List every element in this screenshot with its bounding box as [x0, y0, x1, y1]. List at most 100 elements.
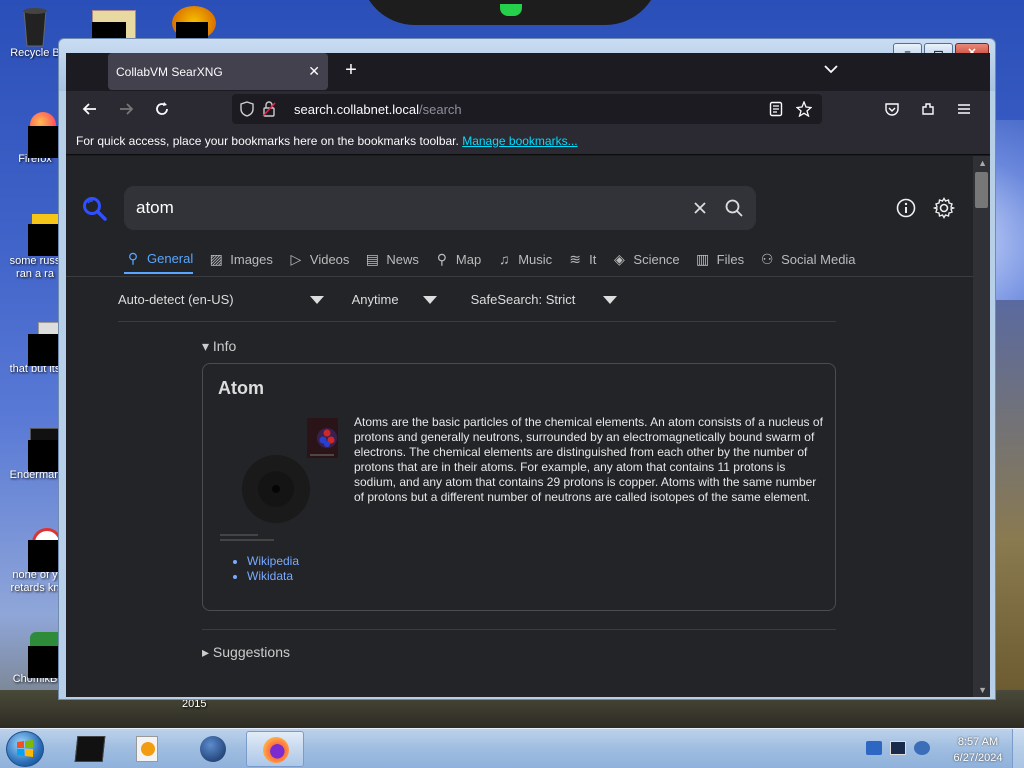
new-tab-button[interactable]: + [340, 59, 362, 81]
chevron-down-icon [422, 295, 437, 304]
tab-social-media[interactable]: ⚇ Social Media [758, 248, 856, 274]
search-submit-icon[interactable] [722, 196, 746, 220]
clear-search-icon[interactable] [688, 196, 712, 220]
pocket-icon[interactable] [880, 97, 904, 121]
volume-icon[interactable] [914, 741, 930, 755]
tab-news[interactable]: ▤ News [363, 248, 419, 274]
reload-button[interactable] [150, 97, 174, 121]
url-text: search.collabnet.local/search [294, 102, 462, 117]
lock-icon[interactable] [262, 101, 276, 117]
settings-gear-icon[interactable] [932, 196, 956, 220]
arrow-right-icon [120, 103, 134, 115]
info-toggle-label: Info [212, 338, 237, 354]
tab-close-icon[interactable]: ✕ [308, 63, 320, 80]
taskbar: 8:57 AM 6/27/2024 [0, 728, 1024, 768]
forward-button[interactable] [114, 97, 138, 121]
navigation-toolbar: search.collabnet.local/search [66, 91, 990, 127]
clock[interactable]: 8:57 AM 6/27/2024 [944, 734, 1012, 766]
document-icon [16, 214, 62, 256]
list-item: Wikidata [247, 569, 299, 584]
tab-label: Images [230, 251, 273, 267]
tab-label: News [386, 251, 419, 267]
tab-strip: CollabVM SearXNG ✕ + [66, 53, 990, 91]
show-desktop-button[interactable] [1012, 729, 1024, 768]
scroll-up-icon[interactable]: ▲ [978, 158, 987, 168]
stack-icon [16, 322, 64, 366]
tab-science[interactable]: ◈ Science [610, 248, 680, 274]
files-icon: ▥ [696, 251, 710, 267]
firefox-icon [16, 112, 60, 158]
tab-files[interactable]: ▥ Files [694, 248, 744, 274]
tab-images[interactable]: ▨ Images [207, 248, 273, 274]
infobox-links: Wikipedia Wikidata [247, 554, 299, 584]
search-filters: Auto-detect (en-US) Anytime SafeSearch: … [118, 292, 653, 307]
tab-music[interactable]: ♫ Music [495, 248, 552, 274]
bookmark-star-icon[interactable] [792, 97, 816, 121]
tab-videos[interactable]: ▷ Videos [287, 248, 350, 274]
start-button[interactable] [6, 731, 44, 767]
search-input[interactable] [136, 194, 676, 222]
news-icon: ▤ [365, 251, 380, 267]
application-icon [16, 428, 68, 472]
menu-icon[interactable] [952, 97, 976, 121]
url-bar[interactable]: search.collabnet.local/search [232, 94, 822, 124]
extensions-icon[interactable] [916, 97, 940, 121]
url-host: search.collabnet.local [294, 102, 420, 117]
taskbar-app-terminal[interactable] [60, 731, 118, 767]
reader-view-icon[interactable] [764, 97, 788, 121]
infobox: Atom Atoms are the basic particles of th… [202, 363, 836, 611]
taskbar-app-media[interactable] [120, 731, 178, 767]
clock-date: 6/27/2024 [953, 752, 1003, 764]
wikipedia-link[interactable]: Wikipedia [247, 554, 299, 568]
tab-general[interactable]: ⚲ General [124, 248, 194, 274]
list-item: Wikipedia [247, 554, 299, 569]
recycle-bin-icon [16, 6, 54, 47]
media-icon [16, 528, 62, 572]
media-player-icon [136, 736, 162, 762]
scrollbar[interactable]: ▲ ▼ [973, 156, 990, 697]
reload-icon [156, 102, 168, 115]
category-tabs: ⚲ General ▨ Images ▷ Videos ▤ News ⚲ Map… [124, 248, 870, 274]
tab-label: Science [633, 251, 680, 267]
top-notch-widget [360, 0, 660, 25]
hamster-icon [16, 632, 70, 678]
network-icon[interactable] [890, 741, 906, 755]
time-range-select[interactable]: Anytime [352, 292, 437, 307]
wikidata-link[interactable]: Wikidata [247, 569, 293, 583]
chevron-down-icon [309, 295, 324, 304]
tab-label: Music [518, 251, 553, 267]
tab-active[interactable]: CollabVM SearXNG ✕ [108, 53, 328, 90]
tab-map[interactable]: ⚲ Map [433, 248, 481, 274]
tab-label: Files [716, 251, 745, 267]
tab-it[interactable]: ≋ It [566, 248, 596, 274]
atom-image[interactable] [218, 418, 347, 544]
language-value: Auto-detect (en-US) [118, 292, 234, 307]
shield-icon[interactable] [240, 101, 254, 117]
manage-bookmarks-link[interactable]: Manage bookmarks... [462, 134, 577, 148]
scroll-down-icon[interactable]: ▼ [978, 685, 987, 695]
infobox-title: Atom [218, 378, 264, 398]
firefox-icon [263, 737, 289, 763]
tray-app-icon[interactable] [866, 741, 882, 755]
list-all-tabs-icon[interactable] [824, 61, 838, 77]
tab-label: It [589, 251, 597, 267]
safesearch-select[interactable]: SafeSearch: Strict [471, 292, 618, 307]
filters-divider [118, 321, 836, 322]
tab-label: General [147, 250, 194, 266]
info-toggle[interactable]: ▾ Info [202, 338, 236, 355]
taskbar-app-globe[interactable] [184, 731, 242, 767]
language-select[interactable]: Auto-detect (en-US) [118, 292, 324, 307]
clock-time: 8:57 AM [957, 736, 999, 748]
map-pin-icon: ⚲ [436, 251, 448, 267]
bookmarks-toolbar: For quick access, place your bookmarks h… [66, 127, 990, 155]
infobox-description: Atoms are the basic particles of the che… [354, 415, 823, 504]
info-icon[interactable] [894, 196, 918, 220]
suggestions-toggle[interactable]: ▸ Suggestions [202, 644, 290, 661]
url-path: /search [419, 102, 462, 117]
search-icon: ⚲ [127, 250, 139, 266]
scroll-thumb[interactable] [975, 172, 988, 208]
taskbar-app-firefox[interactable] [246, 731, 304, 767]
back-button[interactable] [78, 97, 102, 121]
music-icon: ♫ [498, 251, 510, 267]
searxng-logo-icon[interactable] [82, 196, 108, 222]
